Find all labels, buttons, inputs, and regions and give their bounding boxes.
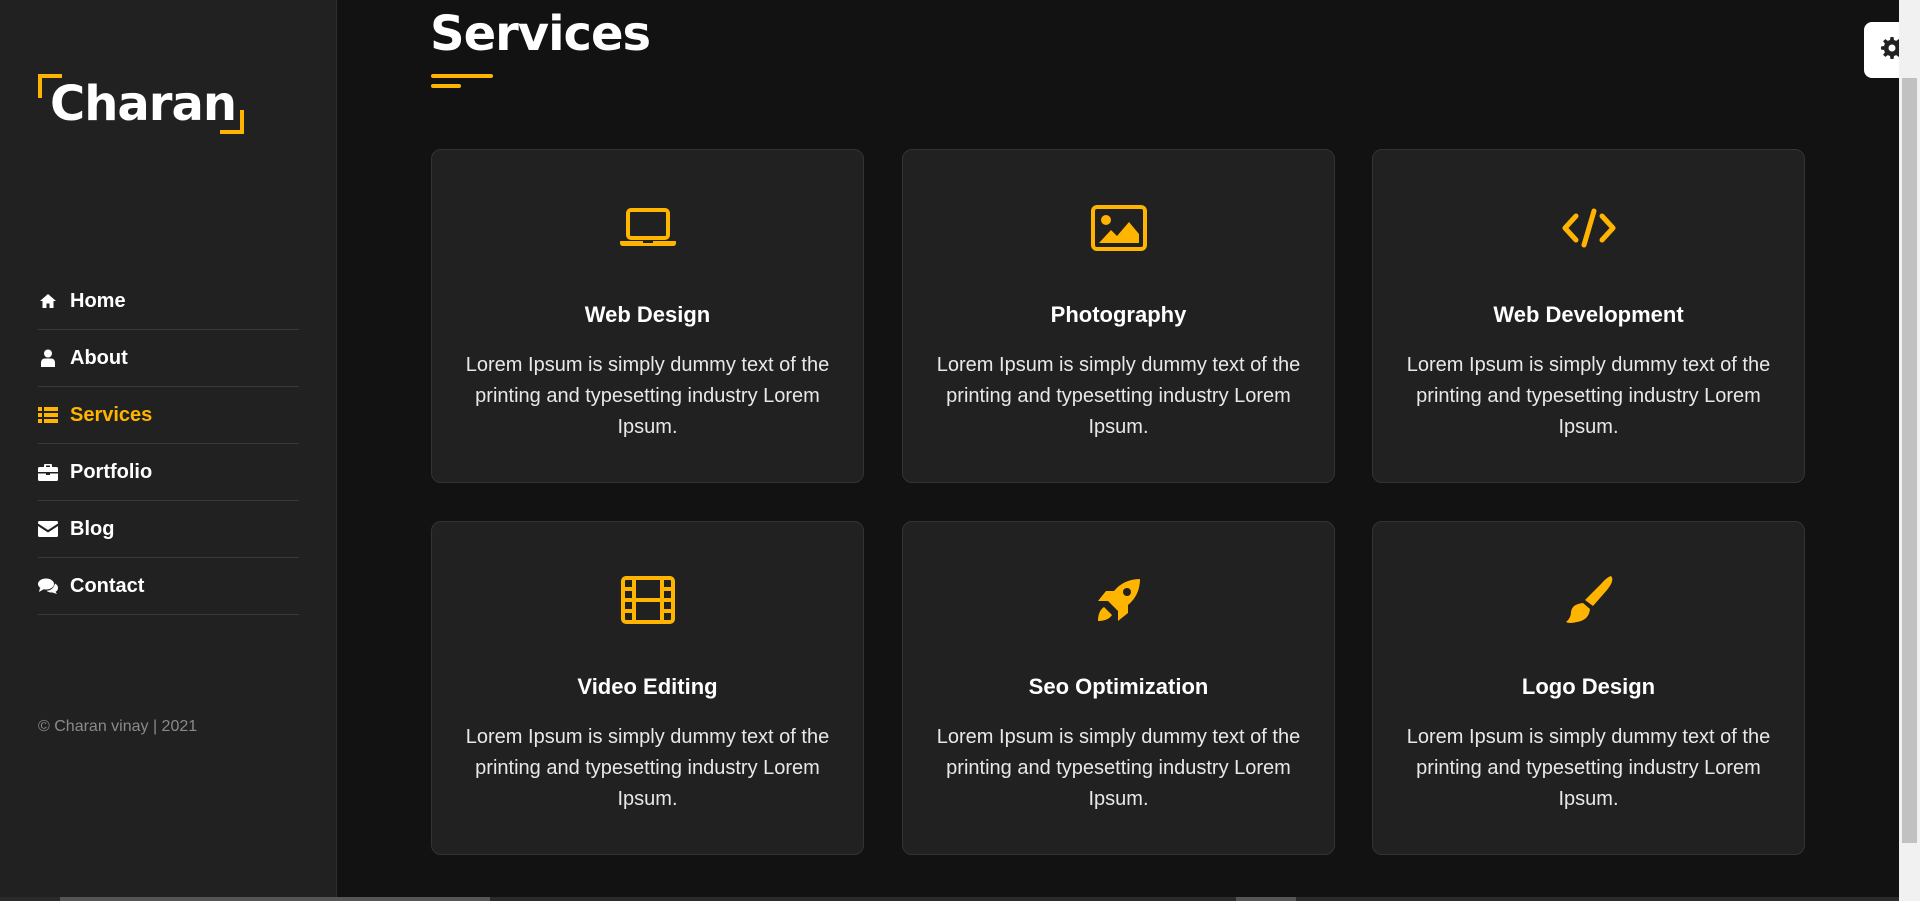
nav-label-services: Services	[70, 403, 153, 426]
service-description: Lorem Ipsum is simply dummy text of the …	[465, 726, 830, 810]
service-title: Logo Design	[1521, 674, 1656, 699]
nav-item-home[interactable]: Home	[38, 273, 299, 330]
service-card-web-development: Web Development Lorem Ipsum is simply du…	[1372, 149, 1805, 483]
copyright-text: © Charan vinay | 2021	[38, 718, 198, 735]
nav-label-contact: Contact	[70, 574, 145, 597]
paint-brush-icon	[1559, 572, 1619, 628]
service-description: Lorem Ipsum is simply dummy text of the …	[465, 354, 830, 438]
user-icon	[38, 348, 58, 368]
horizontal-scrollbar[interactable]	[0, 897, 1899, 901]
service-description: Lorem Ipsum is simply dummy text of the …	[1406, 726, 1771, 810]
service-card-web-design: Web Design Lorem Ipsum is simply dummy t…	[431, 149, 864, 483]
service-description: Lorem Ipsum is simply dummy text of the …	[936, 354, 1301, 438]
brand-logo[interactable]: Charan	[38, 74, 244, 134]
vertical-scrollbar-thumb[interactable]	[1902, 78, 1917, 843]
nav-label-blog: Blog	[70, 517, 115, 540]
main-nav: Home About Services Portfolio Blog Conta…	[38, 273, 299, 615]
sidebar: Charan Home About Services Portfolio Blo…	[0, 0, 337, 901]
service-title: Seo Optimization	[1028, 674, 1209, 699]
home-icon	[38, 291, 58, 311]
service-card-video-editing: Video Editing Lorem Ipsum is simply dumm…	[431, 521, 864, 855]
briefcase-icon	[38, 462, 58, 482]
film-icon	[618, 572, 678, 628]
service-title: Photography	[1050, 302, 1187, 327]
rocket-icon	[1089, 572, 1149, 628]
service-title: Video Editing	[577, 674, 718, 699]
image-icon	[1089, 200, 1149, 256]
nav-label-about: About	[70, 346, 128, 369]
nav-label-portfolio: Portfolio	[70, 460, 153, 483]
service-title: Web Development	[1493, 302, 1684, 327]
nav-item-services[interactable]: Services	[38, 387, 299, 444]
page-title: Services	[430, 6, 651, 62]
nav-item-portfolio[interactable]: Portfolio	[38, 444, 299, 501]
code-icon	[1559, 200, 1619, 256]
logo-text: Charan	[50, 76, 237, 132]
horizontal-scrollbar-thumb[interactable]	[60, 897, 490, 901]
service-card-seo-optimization: Seo Optimization Lorem Ipsum is simply d…	[902, 521, 1335, 855]
service-description: Lorem Ipsum is simply dummy text of the …	[1406, 354, 1771, 438]
service-title: Web Design	[584, 302, 711, 327]
service-description: Lorem Ipsum is simply dummy text of the …	[936, 726, 1301, 810]
envelope-icon	[38, 519, 58, 539]
horizontal-scrollbar-segment	[1236, 897, 1296, 901]
nav-item-about[interactable]: About	[38, 330, 299, 387]
list-icon	[38, 405, 58, 425]
logo-corner-bottom-right	[220, 110, 244, 134]
service-card-photography: Photography Lorem Ipsum is simply dummy …	[902, 149, 1335, 483]
service-card-logo-design: Logo Design Lorem Ipsum is simply dummy …	[1372, 521, 1805, 855]
comments-icon	[38, 576, 58, 596]
laptop-icon	[618, 200, 678, 256]
nav-label-home: Home	[70, 289, 126, 312]
nav-item-contact[interactable]: Contact	[38, 558, 299, 615]
nav-item-blog[interactable]: Blog	[38, 501, 299, 558]
